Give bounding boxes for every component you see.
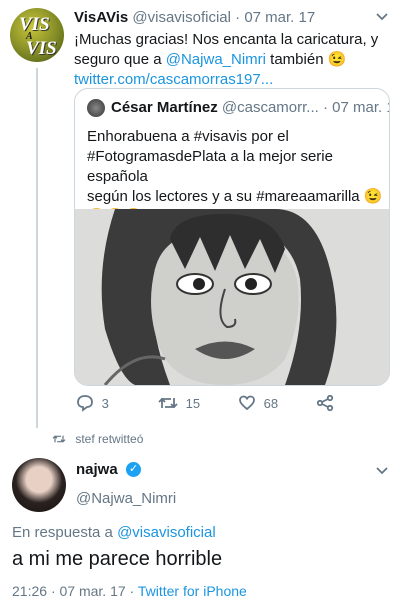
share-action[interactable] bbox=[316, 394, 334, 412]
retweet-action[interactable]: 15 bbox=[158, 394, 200, 412]
handle[interactable]: @Najwa_Nimri bbox=[76, 490, 176, 507]
retweet-small-icon bbox=[52, 431, 66, 445]
tweet2-header: najwa ✓ bbox=[76, 461, 142, 479]
tweet2-text: a mi me parece horrible bbox=[12, 548, 223, 570]
najwa-avatar[interactable] bbox=[12, 458, 66, 512]
tweet2-meta: 21:26 · 07 mar. 17 · Twitter for iPhone bbox=[12, 583, 247, 599]
mention-link[interactable]: @Najwa_Nimri bbox=[166, 51, 266, 68]
tweet-date[interactable]: 07 mar. 17 bbox=[244, 9, 315, 26]
reply-count: 3 bbox=[101, 395, 109, 411]
display-name[interactable]: najwa bbox=[76, 461, 118, 478]
visavis-avatar[interactable]: VIS A VIS bbox=[10, 8, 64, 62]
caricature-image[interactable] bbox=[75, 209, 389, 385]
retweet-count: 15 bbox=[185, 395, 201, 411]
share-icon bbox=[316, 394, 334, 412]
reply-action[interactable]: 3 bbox=[76, 394, 109, 412]
tweet-text: ¡Muchas gracias! Nos encanta la caricatu… bbox=[74, 30, 386, 90]
retweet-note: stef retwitteó bbox=[52, 431, 143, 446]
reply-to-link[interactable]: @visavisoficial bbox=[117, 524, 216, 541]
verified-badge-icon: ✓ bbox=[126, 462, 142, 478]
quoted-avatar bbox=[87, 99, 105, 117]
chevron-down-icon[interactable] bbox=[374, 462, 390, 483]
reply-icon bbox=[76, 394, 94, 412]
retweet-icon bbox=[158, 394, 178, 409]
thread-line bbox=[36, 68, 38, 428]
tweet-time: 21:26 bbox=[12, 583, 48, 599]
handle[interactable]: @visavisoficial bbox=[132, 9, 231, 26]
tweet-date: 07 mar. 17 bbox=[59, 583, 126, 599]
reply-context: En respuesta a @visavisoficial bbox=[12, 524, 216, 541]
quoted-header: César Martínez @cascamorr... · 07 mar. 1… bbox=[111, 99, 389, 116]
display-name[interactable]: VisAVis bbox=[74, 9, 128, 26]
quoted-tweet[interactable]: César Martínez @cascamorr... · 07 mar. 1… bbox=[74, 88, 390, 386]
avatar-logo-text: VIS bbox=[19, 14, 50, 35]
heart-icon bbox=[238, 394, 256, 411]
like-action[interactable]: 68 bbox=[238, 394, 278, 412]
source-link[interactable]: Twitter for iPhone bbox=[138, 583, 247, 599]
like-count: 68 bbox=[263, 395, 279, 411]
tweet-header: VisAVis @visavisoficial · 07 mar. 17 bbox=[74, 9, 316, 26]
tweet-link[interactable]: twitter.com/cascamorras197... bbox=[74, 70, 386, 90]
chevron-down-icon[interactable] bbox=[374, 8, 390, 29]
